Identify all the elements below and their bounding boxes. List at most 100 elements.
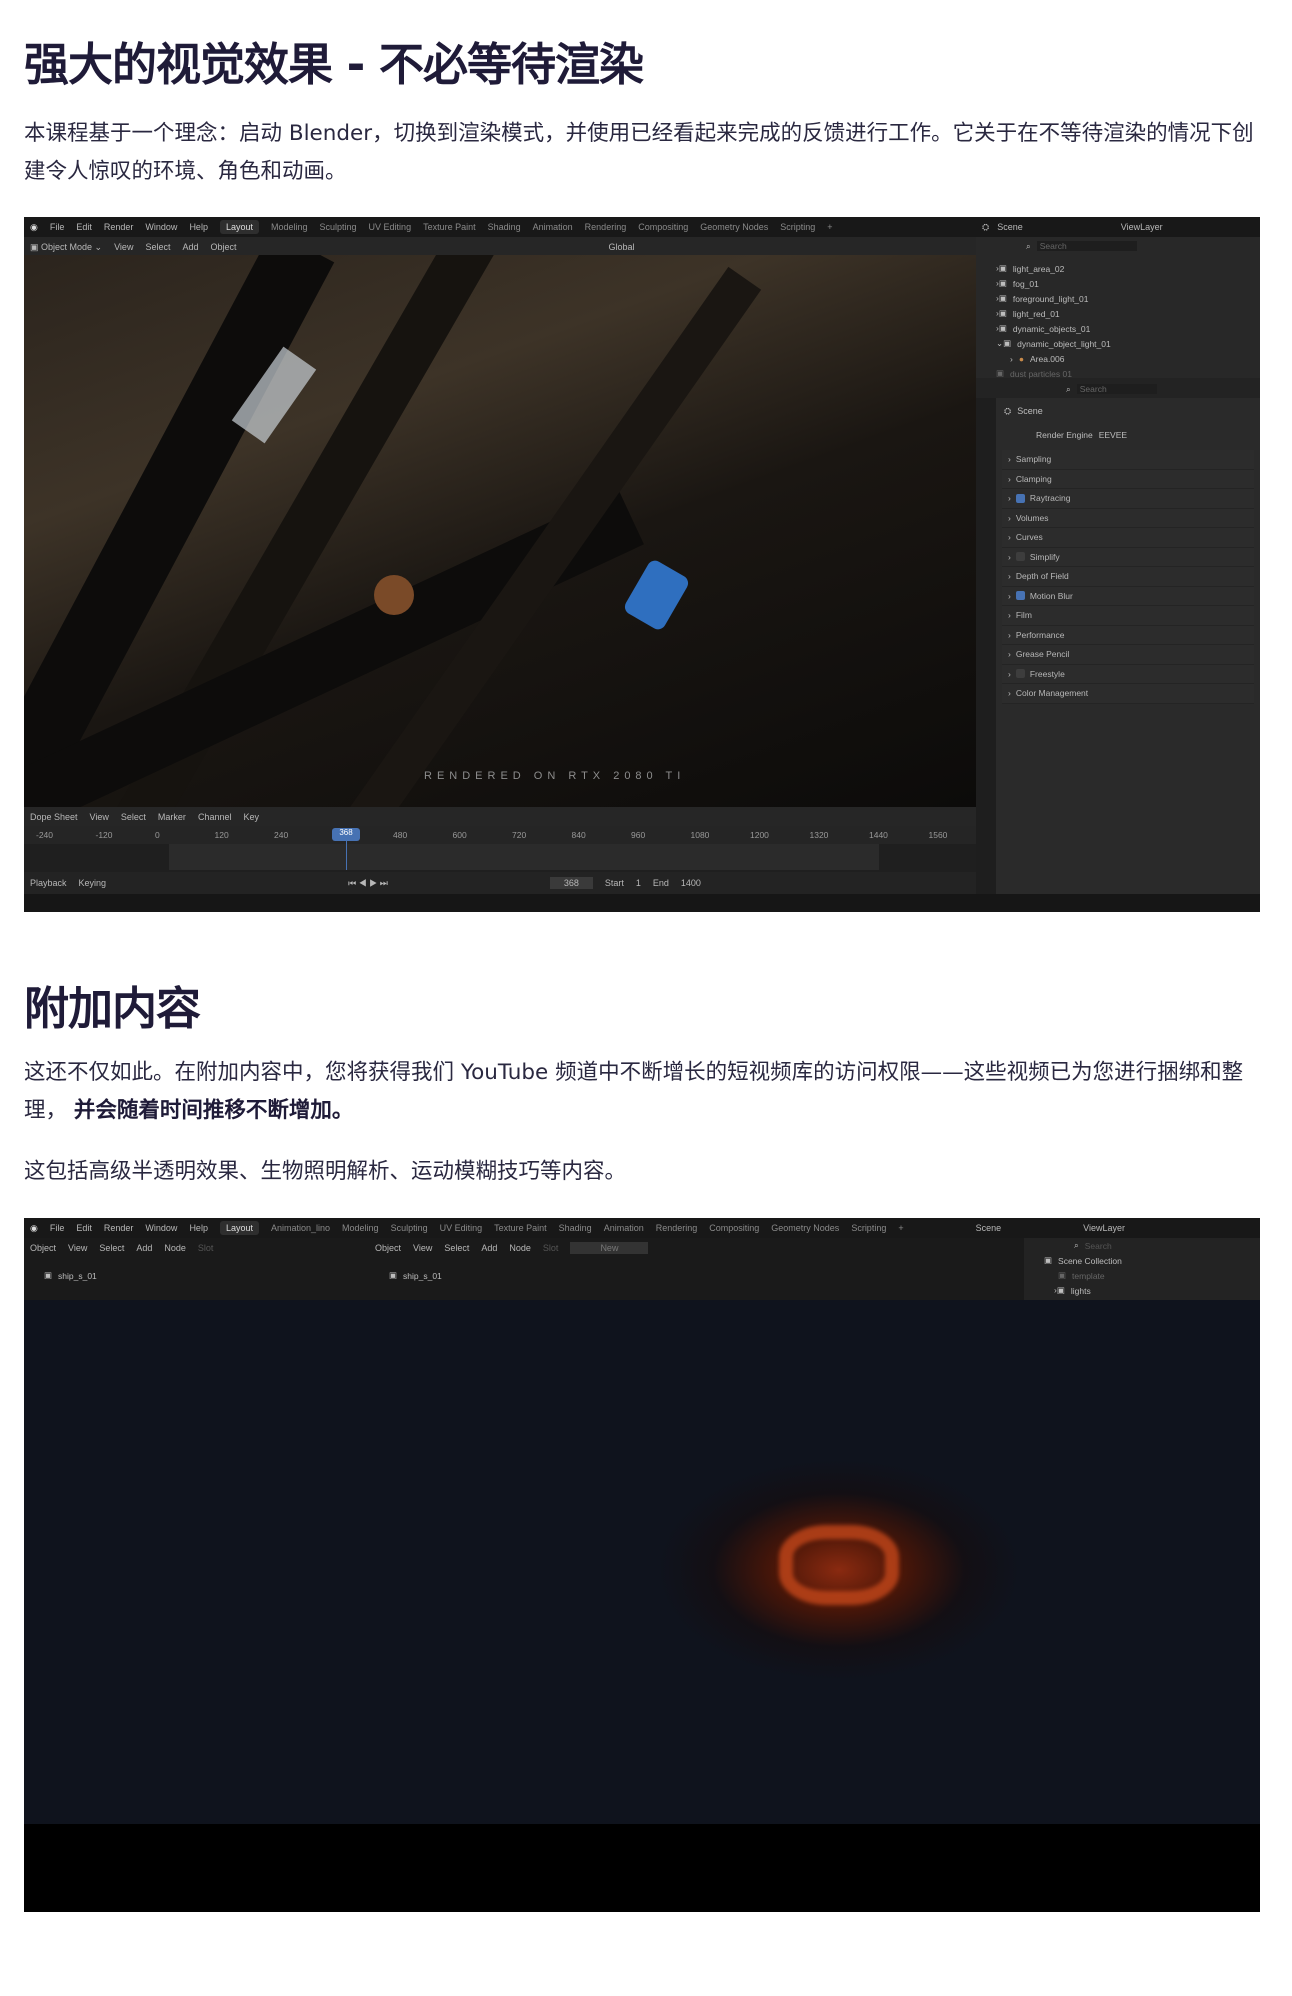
playback-controls[interactable]: ⏮ ◀ ▶ ⏭ <box>348 878 388 889</box>
outliner-item[interactable]: ›▣ fog_01 <box>976 276 1260 291</box>
playback-menu[interactable]: Playback <box>30 878 67 888</box>
slot-select[interactable]: Slot <box>543 1243 559 1253</box>
render-engine-select[interactable]: EEVEE <box>1099 430 1127 440</box>
tab-sculpting[interactable]: Sculpting <box>391 1223 428 1233</box>
panel-checkbox[interactable] <box>1015 552 1025 562</box>
properties-panel[interactable]: › Volumes <box>1002 508 1254 528</box>
properties-panel[interactable]: › Curves <box>1002 528 1254 548</box>
properties-panel[interactable]: › Depth of Field <box>1002 567 1254 587</box>
menu-edit[interactable]: Edit <box>76 1223 92 1233</box>
outliner-search[interactable]: Search <box>1036 241 1137 251</box>
mode-select[interactable]: ▣ Object Mode ⌄ <box>30 242 102 253</box>
view-layer-select[interactable]: ViewLayer <box>1121 222 1163 232</box>
menu-add[interactable]: Add <box>136 1243 152 1253</box>
scene-select[interactable]: Scene <box>997 222 1023 232</box>
outliner-item[interactable]: ›▣ dynamic_objects_01 <box>976 321 1260 336</box>
menu-help[interactable]: Help <box>189 1223 208 1233</box>
menu-view[interactable]: View <box>413 1243 432 1253</box>
outliner-item[interactable]: ›▣ foreground_light_01 <box>976 291 1260 306</box>
menu-node[interactable]: Node <box>164 1243 186 1253</box>
tab-layout[interactable]: Layout <box>219 1221 259 1235</box>
add-workspace-button[interactable]: + <box>898 1223 903 1233</box>
menu-select[interactable]: Select <box>145 242 170 252</box>
properties-panel[interactable]: › Film <box>1002 606 1254 626</box>
object-select[interactable]: Object <box>375 1243 401 1253</box>
properties-panel[interactable]: › Color Management <box>1002 684 1254 704</box>
tab-animation[interactable]: Animation <box>604 1223 644 1233</box>
menu-object[interactable]: Object <box>210 242 236 252</box>
view-layer-select[interactable]: ViewLayer <box>1083 1223 1125 1233</box>
tab-scripting[interactable]: Scripting <box>851 1223 886 1233</box>
properties-panel[interactable]: › Simplify <box>1002 547 1254 567</box>
menu-view[interactable]: View <box>90 812 109 822</box>
viewport-render[interactable]: RENDERED ON RTX 2080 TI <box>24 255 976 807</box>
menu-window[interactable]: Window <box>145 1223 177 1233</box>
menu-add[interactable]: Add <box>182 242 198 252</box>
menu-select[interactable]: Select <box>444 1243 469 1253</box>
menu-select[interactable]: Select <box>121 812 146 822</box>
menu-add[interactable]: Add <box>481 1243 497 1253</box>
tab-texture-paint[interactable]: Texture Paint <box>423 222 476 232</box>
tab-layout[interactable]: Layout <box>219 220 259 234</box>
outliner-item[interactable]: ›▣ light_red_01 <box>976 306 1260 321</box>
tab-rendering[interactable]: Rendering <box>656 1223 698 1233</box>
tab-uv-editing[interactable]: UV Editing <box>440 1223 483 1233</box>
tab-modeling[interactable]: Modeling <box>271 222 308 232</box>
slot-select[interactable]: Slot <box>198 1243 214 1253</box>
menu-marker[interactable]: Marker <box>158 812 186 822</box>
properties-search[interactable]: Search <box>1076 384 1157 394</box>
properties-panel[interactable]: › Raytracing <box>1002 489 1254 509</box>
menu-node[interactable]: Node <box>509 1243 531 1253</box>
tab-modeling[interactable]: Modeling <box>342 1223 379 1233</box>
panel-checkbox[interactable] <box>1015 493 1025 503</box>
menu-key[interactable]: Key <box>243 812 259 822</box>
menu-file[interactable]: File <box>50 222 65 232</box>
tab-uv-editing[interactable]: UV Editing <box>369 222 412 232</box>
menu-render[interactable]: Render <box>104 222 134 232</box>
menu-file[interactable]: File <box>50 1223 65 1233</box>
menu-render[interactable]: Render <box>104 1223 134 1233</box>
tab-geometry-nodes[interactable]: Geometry Nodes <box>771 1223 839 1233</box>
menu-edit[interactable]: Edit <box>76 222 92 232</box>
tab-shading[interactable]: Shading <box>559 1223 592 1233</box>
properties-panel[interactable]: › Grease Pencil <box>1002 645 1254 665</box>
outliner-search[interactable]: Search <box>1085 1241 1112 1251</box>
tab-geometry-nodes[interactable]: Geometry Nodes <box>700 222 768 232</box>
menu-window[interactable]: Window <box>145 222 177 232</box>
editor-type-select[interactable]: Dope Sheet <box>30 812 78 822</box>
properties-panel[interactable]: › Clamping <box>1002 469 1254 489</box>
panel-checkbox[interactable] <box>1015 591 1025 601</box>
outliner-item[interactable]: › ● Area.006 <box>976 351 1260 366</box>
properties-panel[interactable]: › Performance <box>1002 625 1254 645</box>
orientation-select[interactable]: Global <box>609 242 635 252</box>
tab-animation-lino[interactable]: Animation_lino <box>271 1223 330 1233</box>
tab-sculpting[interactable]: Sculpting <box>320 222 357 232</box>
menu-channel[interactable]: Channel <box>198 812 232 822</box>
frame-ruler[interactable]: -240-12001202403604806007208409601080120… <box>24 826 976 844</box>
scene-select[interactable]: Scene <box>976 1223 1002 1233</box>
outliner-item[interactable]: ›▣ light_area_02 <box>976 261 1260 276</box>
tab-texture-paint[interactable]: Texture Paint <box>494 1223 547 1233</box>
panel-checkbox[interactable] <box>1015 669 1025 679</box>
outliner-item[interactable]: ▣ dust particles 01 <box>976 366 1260 381</box>
properties-tabs[interactable] <box>976 398 996 912</box>
object-select[interactable]: Object <box>30 1243 56 1253</box>
current-frame-marker[interactable]: 368 <box>332 828 360 841</box>
viewport-fire-render[interactable] <box>24 1300 1260 1824</box>
properties-panel[interactable]: › Motion Blur <box>1002 586 1254 606</box>
menu-help[interactable]: Help <box>189 222 208 232</box>
new-material-button[interactable]: New <box>570 1242 649 1254</box>
tab-scripting[interactable]: Scripting <box>780 222 815 232</box>
outliner-item[interactable]: ⌄▣ dynamic_object_light_01 <box>976 336 1260 351</box>
keying-menu[interactable]: Keying <box>79 878 107 888</box>
outliner-item[interactable]: ›▣ lights <box>1024 1283 1260 1298</box>
tab-compositing[interactable]: Compositing <box>709 1223 759 1233</box>
properties-panel[interactable]: › Sampling <box>1002 450 1254 470</box>
properties-panel[interactable]: › Freestyle <box>1002 664 1254 684</box>
outliner-item[interactable]: ▣ Scene Collection <box>1024 1253 1260 1268</box>
add-workspace-button[interactable]: + <box>827 222 832 232</box>
end-field[interactable]: 1400 <box>681 878 701 888</box>
start-field[interactable]: 1 <box>636 878 641 888</box>
current-frame-field[interactable]: 368 <box>549 877 593 889</box>
menu-select[interactable]: Select <box>99 1243 124 1253</box>
